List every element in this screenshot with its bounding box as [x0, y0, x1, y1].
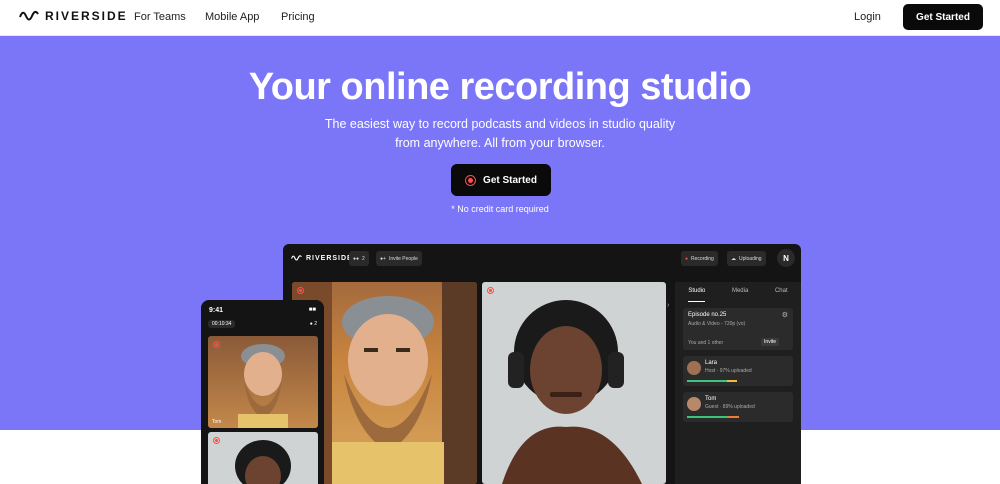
- audio-level-bar: [727, 416, 739, 418]
- phone-guest-label: Tom: [212, 419, 222, 425]
- audio-level-bar: [687, 380, 727, 382]
- record-icon: [465, 174, 477, 186]
- nav-link-mobile-app[interactable]: Mobile App: [205, 11, 259, 23]
- invite-people-label: Invite People: [388, 255, 418, 262]
- bearded-man-illustration: [238, 344, 288, 428]
- guest-status: Guest · 89% uploaded: [705, 404, 755, 410]
- tab-media[interactable]: Media: [732, 288, 748, 302]
- phone-timer: 00:10:34: [208, 320, 236, 328]
- people-icon: ●: [309, 321, 313, 327]
- uploading-label: Uploading: [739, 255, 762, 262]
- tab-chat[interactable]: Chat: [775, 288, 788, 302]
- studio-logo-text: RIVERSIDE: [306, 254, 353, 262]
- participant-video-guest: [482, 282, 666, 484]
- you-and-others: You and 1 other: [688, 340, 724, 346]
- login-link[interactable]: Login: [854, 11, 881, 23]
- top-nav: RIVERSIDE For Teams Mobile App Pricing L…: [0, 0, 1000, 36]
- wave-logo-icon: [19, 10, 39, 21]
- hero-get-started-button[interactable]: Get Started: [451, 164, 551, 196]
- avatar: [687, 361, 701, 375]
- guest-card-lara: Lara Host · 97% uploaded: [683, 356, 793, 386]
- record-dot-icon: ●: [685, 255, 689, 262]
- studio-logo: RIVERSIDE: [291, 254, 353, 262]
- episode-title: Episode no.25: [688, 312, 727, 318]
- nav-link-for-teams[interactable]: For Teams: [134, 11, 186, 23]
- logo[interactable]: RIVERSIDE: [19, 9, 128, 23]
- signal-battery-icon: ■■: [308, 307, 316, 313]
- user-avatar[interactable]: N: [777, 249, 795, 267]
- recording-label: Recording: [691, 255, 714, 262]
- audio-level-bar: [727, 380, 737, 382]
- avatar: [687, 397, 701, 411]
- guest-status: Host · 97% uploaded: [705, 368, 752, 374]
- add-user-icon: ●+: [380, 255, 386, 262]
- guest-card-tom: Tom Guest · 89% uploaded: [683, 392, 793, 422]
- video-record-indicator-icon: [213, 437, 220, 444]
- phone-video-guest: [208, 432, 318, 484]
- video-record-indicator-icon: [487, 287, 494, 294]
- tab-studio[interactable]: Studio: [688, 288, 706, 302]
- nav-get-started-button[interactable]: Get Started: [903, 4, 983, 30]
- hero-cta-label: Get Started: [483, 174, 537, 186]
- logo-text: RIVERSIDE: [45, 9, 128, 23]
- recording-status[interactable]: ● Recording: [681, 251, 718, 266]
- hero-subtitle: The easiest way to record podcasts and v…: [0, 115, 1000, 153]
- invite-people-button[interactable]: ●+ Invite People: [376, 251, 422, 266]
- episode-card: Episode no.25 Audio & Video - 720p (vo) …: [683, 308, 793, 350]
- video-record-indicator-icon: [213, 341, 220, 348]
- wave-logo-icon: [291, 255, 302, 261]
- gear-icon[interactable]: ⚙: [782, 311, 788, 319]
- nav-link-pricing[interactable]: Pricing: [281, 11, 315, 23]
- studio-mockup: RIVERSIDE ●● 2 ●+ Invite People ● Record…: [283, 244, 801, 484]
- hero-subtitle-line-2: from anywhere. All from your browser.: [395, 136, 605, 150]
- participants-pill[interactable]: ●● 2: [349, 251, 369, 266]
- phone-mockup: 9:41 ■■ 00:10:34 ● 2 Tom: [201, 300, 324, 484]
- phone-time: 9:41: [209, 307, 224, 314]
- phone-participant-count: ● 2: [310, 321, 317, 327]
- cloud-icon: ☁: [731, 255, 736, 262]
- woman-headphones-illustration: [235, 440, 291, 484]
- episode-meta: Audio & Video - 720p (vo): [688, 321, 746, 327]
- studio-side-panel: Studio Media Chat Episode no.25 Audio & …: [667, 282, 801, 484]
- uploading-status[interactable]: ☁ Uploading: [727, 251, 766, 266]
- hero-subtitle-line-1: The easiest way to record podcasts and v…: [324, 117, 676, 131]
- guest-name: Tom: [705, 396, 717, 402]
- phone-video-host: Tom: [208, 336, 318, 428]
- studio-topbar: RIVERSIDE ●● 2 ●+ Invite People ● Record…: [283, 244, 801, 274]
- woman-headphones-illustration: [502, 300, 642, 484]
- people-icon: ●●: [353, 255, 360, 262]
- audio-level-bar: [687, 416, 727, 418]
- video-record-indicator-icon: [297, 287, 304, 294]
- panel-tabs: Studio Media Chat: [675, 288, 801, 302]
- participant-count: 2: [362, 255, 365, 262]
- invite-small-button[interactable]: Invite: [761, 338, 779, 346]
- no-credit-card-note: * No credit card required: [451, 204, 549, 214]
- chevron-right-icon[interactable]: ›: [667, 302, 669, 309]
- guest-name: Lara: [705, 360, 718, 366]
- phone-count: 2: [314, 321, 317, 327]
- hero-title: Your online recording studio: [248, 66, 752, 108]
